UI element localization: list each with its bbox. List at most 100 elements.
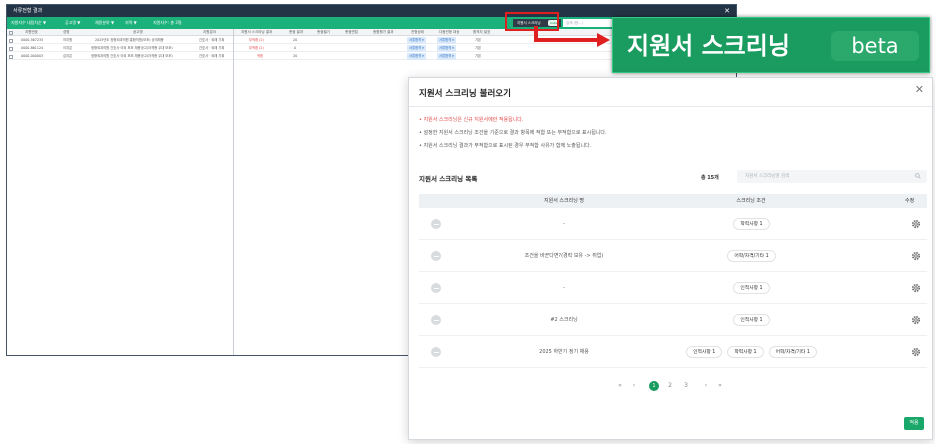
callout-arrow-line [534, 38, 598, 42]
first-page-button[interactable]: « [615, 380, 625, 392]
list-item[interactable]: - 학력사항 1 [419, 208, 927, 240]
screening-name: - [563, 221, 565, 227]
next-page-button[interactable]: › [701, 380, 711, 392]
condition-chip: 인적사항 1 [733, 314, 770, 326]
search-icon[interactable] [915, 173, 921, 179]
page-3-button[interactable]: 3 [681, 380, 691, 392]
field-filter[interactable]: 채용분야 ▼ [95, 17, 114, 29]
screening-name: - [563, 285, 565, 291]
status-select[interactable]: 서류합격 ▾ [407, 37, 426, 44]
applied-field: 간호사 · 외래 기획 [199, 54, 225, 58]
applied-field: 간호사 · 외래 기획 [199, 38, 225, 42]
total-score: 0 [294, 46, 297, 50]
applicant-name[interactable]: 허지원 [63, 37, 72, 44]
condition-chip: 학력사항 1 [727, 346, 764, 358]
total-prefix: 총 [701, 175, 706, 181]
remove-icon[interactable] [431, 347, 441, 357]
prev-page-button[interactable]: ‹ [629, 380, 639, 392]
posting-filter[interactable]: 공고명 ▼ [65, 17, 80, 29]
page-1-button[interactable]: 1 [649, 381, 659, 391]
screening-search-input[interactable]: 지원서 스크리닝명 검색 [737, 170, 927, 183]
condition-chips: 인적사항 1 학력사항 1 어학/자격/기타 1 [639, 336, 864, 368]
col-title: 공고명 [133, 30, 143, 34]
screening-button-highlight [505, 12, 559, 31]
col-screening-name: 지원서 스크리닝 명 [544, 198, 584, 204]
gear-icon[interactable] [911, 219, 921, 229]
condition-chips: 인적사항 1 [639, 304, 864, 336]
search-placeholder: 지원서 스크리닝명 검색 [745, 174, 790, 179]
window-close-icon[interactable]: ✕ [724, 5, 730, 17]
next-stage-select[interactable]: 서류합격 ▾ [437, 37, 456, 44]
notice-result-display: • 설정한 지원서 스크리닝 조건을 기준으로 결과 항목에 적합 또는 부적합… [419, 130, 607, 136]
next-stage-select[interactable]: 서류합격 ▾ [437, 53, 456, 60]
next-stage-select[interactable]: 서류합격 ▾ [437, 45, 456, 52]
col-screening-result: 지원서 스크리닝 결과 [241, 30, 273, 34]
applicant-name[interactable]: 이지은 [63, 45, 72, 52]
condition-chip: 어학/자격/기타 1 [727, 250, 776, 262]
modal-title: 지원서 스크리닝 불러오기 [419, 89, 511, 99]
total-score: 20 [293, 38, 298, 42]
status-select[interactable]: 서류합격 ▾ [407, 45, 426, 52]
applicant-name[interactable]: 김지은 [63, 53, 72, 60]
screening-result[interactable]: 부적합 (2) [249, 37, 264, 44]
row-checkbox[interactable] [9, 55, 13, 59]
pass-announce: 기본 [475, 46, 482, 50]
status-select[interactable]: 서류합격 ▾ [407, 53, 426, 60]
posting-title: 2025년도 정형외과의원 통합직원(보조) 공개채용 [95, 38, 164, 42]
gear-icon[interactable] [911, 347, 921, 357]
screening-name: 조건을 바꾼다면?(경력 보유 -> 취업) [524, 253, 604, 259]
list-item[interactable]: 조건을 바꾼다면?(경력 보유 -> 취업) 어학/자격/기타 1 [419, 240, 927, 272]
col-overall: 종합평가 결과 [373, 30, 394, 34]
total-count: 총 15개 [701, 174, 719, 181]
gear-icon[interactable] [911, 251, 921, 261]
col-screening-condition: 스크리닝 조건 [736, 198, 766, 204]
apply-button[interactable]: 적용 [904, 417, 924, 430]
condition-chips: 학력사항 1 [639, 208, 864, 240]
screening-list-title: 지원서 스크리닝 목록 [419, 175, 478, 183]
screening-table-header: 지원서 스크리닝 명 스크리닝 조건 수정 [419, 194, 927, 208]
gear-icon[interactable] [911, 315, 921, 325]
list-item[interactable]: 2025 하반기 정기 채용 인적사항 1 학력사항 1 어학/자격/기타 1 [419, 336, 927, 368]
gear-icon[interactable] [911, 283, 921, 293]
pass-announce: 기본 [475, 54, 482, 58]
zoomed-screening-button: 지원서 스크리닝 beta [612, 17, 930, 73]
condition-chip: 학력사항 1 [733, 218, 770, 230]
callout-arrow-head-icon [597, 33, 610, 47]
screening-result[interactable]: 적합 [257, 53, 263, 60]
sort-filter[interactable]: 지원자수 내림차순 ▼ [11, 17, 46, 29]
last-page-button[interactable]: » [715, 380, 725, 392]
screening-name: #2 스크리닝 [550, 317, 578, 323]
grid-splitter[interactable] [233, 29, 234, 355]
col-written: 총점필기 [317, 30, 330, 34]
total-score: 20 [293, 54, 298, 58]
modal-close-icon[interactable]: ✕ [915, 84, 924, 96]
remove-icon[interactable] [431, 315, 441, 325]
list-item[interactable]: #2 스크리닝 인적사항 1 [419, 304, 927, 336]
screening-name: 2025 하반기 정기 채용 [539, 349, 589, 355]
page-2-button[interactable]: 2 [665, 380, 675, 392]
modal-divider [409, 106, 932, 107]
col-name: 성명 [63, 30, 70, 34]
posting-title: 정형외과의원 간호사 이외 보조 채용공고(자격증 우대 보조) [91, 46, 173, 50]
window-titlebar: 서류전형 결과 ✕ [7, 5, 736, 17]
app-no: 0000-567235 [21, 38, 44, 42]
app-no: 0000-861124 [21, 46, 44, 50]
screening-result[interactable]: 부적합 (2) [249, 45, 264, 52]
col-app-no: 지원번호 [25, 30, 38, 34]
remove-icon[interactable] [431, 251, 441, 261]
row-checkbox[interactable] [9, 39, 13, 43]
remove-icon[interactable] [431, 219, 441, 229]
region-filter[interactable]: 지역 ▼ [125, 17, 137, 29]
applied-field: 간호사 · 외래 기획 [199, 46, 225, 50]
condition-chips: 인적사항 1 [639, 272, 864, 304]
list-item[interactable]: - 인적사항 1 [419, 272, 927, 304]
window-search-input[interactable]: 검색 (한...) [563, 19, 617, 27]
select-all-checkbox[interactable] [9, 30, 13, 35]
remove-icon[interactable] [431, 283, 441, 293]
condition-chip: 인적사항 1 [733, 282, 770, 294]
notice-new-only: • 지원서 스크리닝은 신규 지원서에만 적용됩니다. [419, 117, 524, 123]
posting-title: 정형외과의원 간호사 이외 보조 채용공고(자격증 우대 보조) [91, 54, 173, 58]
row-checkbox[interactable] [9, 47, 13, 51]
pass-announce: 기본 [475, 38, 482, 42]
col-status: 전형상태 [411, 30, 424, 34]
